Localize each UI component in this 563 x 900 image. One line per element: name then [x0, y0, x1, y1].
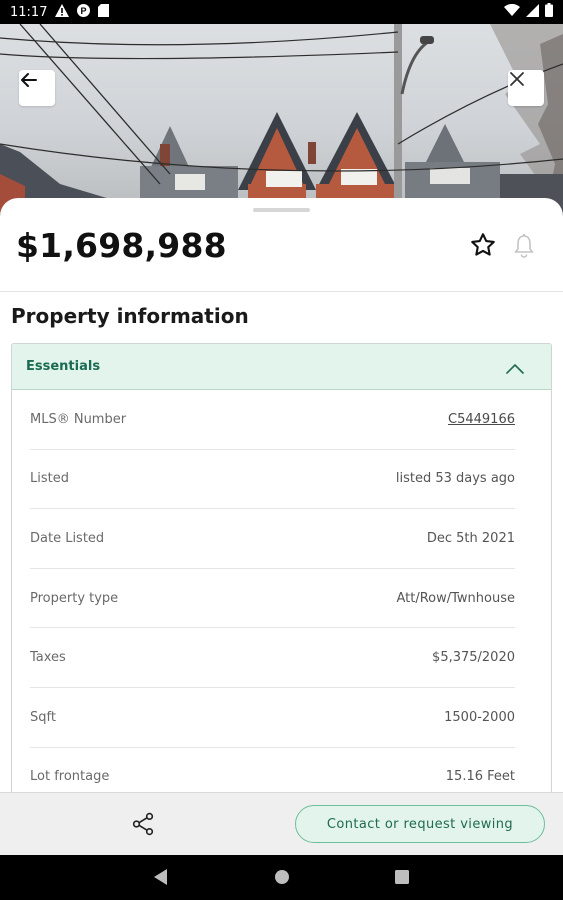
essentials-row-taxes: Taxes $5,375/2020	[30, 628, 515, 688]
battery-icon	[545, 3, 553, 21]
svg-text:P: P	[81, 6, 87, 16]
cellular-signal-icon	[526, 3, 539, 21]
status-bar-right	[504, 3, 553, 21]
system-navigation-bar	[0, 855, 563, 900]
parking-app-icon: P	[77, 3, 91, 21]
bottom-action-bar: Contact or request viewing	[0, 792, 563, 855]
status-bar-left: 11:17 P	[10, 3, 110, 21]
row-value: Dec 5th 2021	[426, 530, 515, 546]
essentials-title: Essentials	[26, 359, 101, 374]
star-outline-icon	[469, 233, 497, 263]
essentials-accordion: Essentials MLS® Number C5449166 Listed l…	[11, 343, 552, 792]
row-value: 15.16 Feet	[445, 769, 515, 785]
row-label: Listed	[30, 471, 69, 487]
nav-home-icon[interactable]	[274, 869, 290, 889]
essentials-rows: MLS® Number C5449166 Listed listed 53 da…	[12, 390, 551, 792]
price-alert-button[interactable]	[512, 233, 536, 263]
essentials-row-lot-frontage: Lot frontage 15.16 Feet	[30, 748, 515, 792]
essentials-row-listed: Listed listed 53 days ago	[30, 450, 515, 510]
close-button[interactable]	[508, 70, 544, 106]
back-button[interactable]	[19, 70, 55, 106]
row-label: Property type	[30, 590, 119, 606]
mls-number-link[interactable]: C5449166	[448, 412, 515, 427]
essentials-accordion-header[interactable]: Essentials	[12, 344, 551, 390]
listing-photo[interactable]	[0, 24, 563, 214]
essentials-row-mls: MLS® Number C5449166	[30, 390, 515, 450]
listing-price: $1,698,988	[16, 226, 227, 265]
price-header: $1,698,988	[0, 198, 563, 292]
bell-icon	[512, 234, 536, 263]
chevron-up-icon	[505, 360, 525, 379]
row-label: MLS® Number	[30, 411, 127, 427]
property-information-title: Property information	[11, 304, 249, 328]
essentials-row-sqft: Sqft 1500-2000	[30, 688, 515, 748]
share-button[interactable]	[130, 811, 156, 841]
share-icon	[130, 812, 156, 841]
row-value: 1500-2000	[444, 709, 515, 725]
wifi-icon	[504, 3, 520, 20]
row-label: Lot frontage	[30, 769, 110, 785]
alert-icon	[55, 3, 70, 21]
essentials-row-property-type: Property type Att/Row/Twnhouse	[30, 569, 515, 629]
row-label: Taxes	[30, 650, 66, 666]
row-label: Date Listed	[30, 530, 105, 546]
row-value: Att/Row/Twnhouse	[396, 590, 515, 606]
status-time: 11:17	[10, 4, 48, 20]
nav-recents-icon[interactable]	[395, 869, 409, 888]
row-label: Sqft	[30, 709, 56, 725]
nav-back-icon[interactable]	[154, 869, 168, 889]
listing-details-sheet[interactable]: $1,698,988 Property information Essentia…	[0, 198, 563, 792]
favorite-button[interactable]	[469, 231, 497, 263]
row-value: $5,375/2020	[432, 650, 515, 666]
sd-card-icon	[98, 3, 110, 21]
row-value: listed 53 days ago	[395, 471, 515, 487]
contact-or-request-viewing-button[interactable]: Contact or request viewing	[295, 805, 545, 843]
essentials-row-date-listed: Date Listed Dec 5th 2021	[30, 509, 515, 569]
status-bar: 11:17 P	[0, 0, 563, 24]
house-photo-illustration	[0, 24, 563, 214]
